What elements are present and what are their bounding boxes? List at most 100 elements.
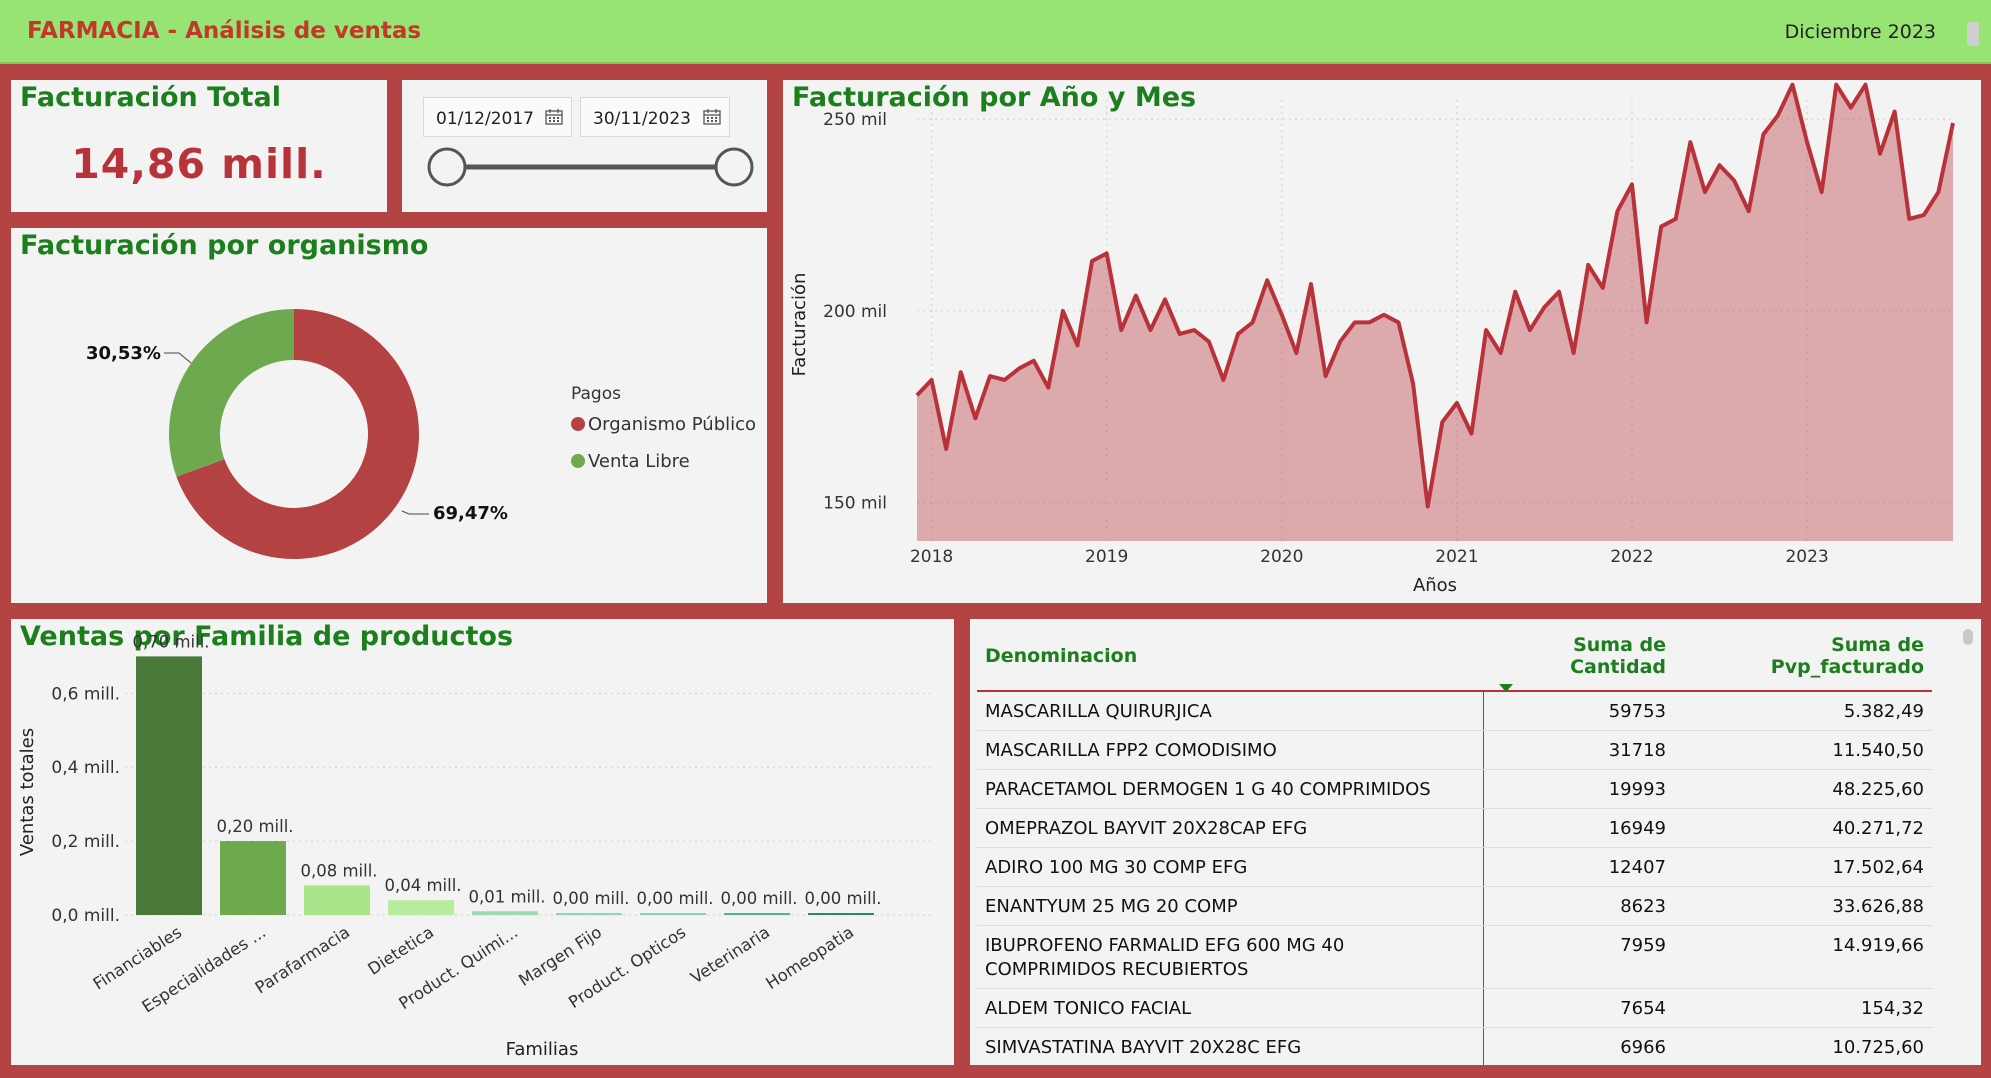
slider-end-handle[interactable] bbox=[714, 147, 754, 187]
cell-cantidad: 12407 bbox=[1483, 847, 1674, 887]
kpi-title: Facturación Total bbox=[20, 82, 281, 113]
cell-cantidad: 59753 bbox=[1483, 691, 1674, 731]
legend-dot bbox=[571, 454, 585, 468]
cell-pvp: 10.725,60 bbox=[1674, 1027, 1932, 1065]
x-tick-label: Dietetica bbox=[365, 922, 438, 978]
cell-pvp: 40.271,72 bbox=[1674, 808, 1932, 848]
x-axis-label: Años bbox=[1413, 575, 1457, 596]
cell-denominacion: SIMVASTATINA BAYVIT 20X28C EFG bbox=[977, 1027, 1484, 1065]
table-row[interactable]: ALDEM TONICO FACIAL 7654 154,32 bbox=[977, 988, 1932, 1028]
bar[interactable] bbox=[724, 913, 790, 915]
legend-item-organismo-publico[interactable]: Organismo Público bbox=[571, 414, 756, 435]
y-tick-label: 250 mil bbox=[823, 110, 887, 130]
cell-pvp: 17.502,64 bbox=[1674, 847, 1932, 887]
top-bar: FARMACIA - Análisis de ventas Diciembre … bbox=[0, 0, 1991, 64]
column-header-pvp[interactable]: Suma de Pvp_facturado bbox=[1674, 619, 1932, 692]
y-tick-label: 0,0 mill. bbox=[51, 906, 120, 926]
table-row[interactable]: ADIRO 100 MG 30 COMP EFG 12407 17.502,64 bbox=[977, 847, 1932, 887]
cell-cantidad: 6966 bbox=[1483, 1027, 1674, 1065]
donut-panel: Facturación por organismo 30,53% 69,47% … bbox=[11, 228, 767, 603]
table-row[interactable]: IBUPROFENO FARMALID EFG 600 MG 40 COMPRI… bbox=[977, 925, 1932, 989]
leader-line bbox=[401, 510, 429, 515]
cell-denominacion: ALDEM TONICO FACIAL bbox=[977, 988, 1484, 1028]
slice-label-organismo-publico: 69,47% bbox=[433, 503, 508, 524]
y-tick-label: 150 mil bbox=[823, 494, 887, 514]
x-tick-label: 2021 bbox=[1435, 547, 1478, 567]
cell-cantidad: 7959 bbox=[1483, 925, 1674, 989]
kpi-value: 14,86 mill. bbox=[71, 140, 327, 188]
area-chart: 150 mil 200 mil 250 mil 2018 2019 2020 2021 202… bbox=[789, 82, 1955, 596]
cell-pvp: 14.919,66 bbox=[1674, 925, 1932, 989]
x-tick-label: 2022 bbox=[1610, 547, 1653, 567]
legend-item-venta-libre[interactable]: Venta Libre bbox=[571, 451, 690, 472]
cell-pvp: 5.382,49 bbox=[1674, 691, 1932, 731]
x-tick-label: 2018 bbox=[910, 547, 953, 567]
bar[interactable] bbox=[556, 913, 622, 915]
table-scrollbar[interactable] bbox=[1963, 629, 1973, 645]
bar-data-label: 0,00 mill. bbox=[804, 889, 881, 908]
legend-label: Organismo Público bbox=[588, 414, 757, 435]
y-axis-label: Ventas totales bbox=[17, 728, 38, 856]
bar[interactable] bbox=[808, 913, 874, 915]
table-row[interactable]: SIMVASTATINA BAYVIT 20X28C EFG 6966 10.725… bbox=[977, 1027, 1932, 1065]
cell-denominacion: MASCARILLA QUIRURJICA bbox=[977, 691, 1484, 731]
table-row[interactable]: PARACETAMOL DERMOGEN 1 G 40 COMPRIMIDOS 1… bbox=[977, 769, 1932, 809]
x-axis-label: Familias bbox=[506, 1039, 579, 1060]
bar-chart-panel: Ventas por Familia de productos 0,0 mill… bbox=[11, 619, 954, 1065]
bar-chart: 0,0 mill. 0,2 mill. 0,4 mill. 0,6 mill. 0,70… bbox=[17, 632, 931, 1060]
bar-data-label: 0,70 mill. bbox=[132, 632, 209, 651]
y-tick-label: 0,6 mill. bbox=[51, 684, 120, 704]
table-header-row: Denominacion Suma de Cantidad Suma de Pv… bbox=[977, 619, 1932, 692]
cell-pvp: 33.626,88 bbox=[1674, 886, 1932, 926]
y-tick-label: 0,2 mill. bbox=[51, 832, 120, 852]
cell-denominacion: PARACETAMOL DERMOGEN 1 G 40 COMPRIMIDOS bbox=[977, 769, 1484, 809]
table-row[interactable]: ENANTYUM 25 MG 20 COMP 8623 33.626,88 bbox=[977, 886, 1932, 926]
slice-label-venta-libre: 30,53% bbox=[86, 343, 161, 364]
bar-data-label: 0,00 mill. bbox=[720, 889, 797, 908]
bar[interactable] bbox=[136, 656, 202, 915]
bar[interactable] bbox=[220, 841, 286, 915]
bar[interactable] bbox=[304, 885, 370, 915]
column-header-cantidad[interactable]: Suma de Cantidad bbox=[1483, 619, 1674, 692]
table-panel: Denominacion Suma de Cantidad Suma de Pv… bbox=[970, 619, 1981, 1065]
legend-dot bbox=[571, 417, 585, 431]
bar-data-label: 0,01 mill. bbox=[468, 887, 545, 906]
slider-start-handle[interactable] bbox=[427, 147, 467, 187]
cell-cantidad: 31718 bbox=[1483, 730, 1674, 770]
bar-data-label: 0,08 mill. bbox=[300, 861, 377, 880]
period-label: Diciembre 2023 bbox=[1784, 21, 1936, 43]
legend-label: Venta Libre bbox=[588, 451, 690, 472]
bar-data-label: 0,04 mill. bbox=[384, 876, 461, 895]
bar[interactable] bbox=[472, 911, 538, 915]
table-row[interactable]: MASCARILLA QUIRURJICA 59753 5.382,49 bbox=[977, 691, 1932, 731]
app-title: FARMACIA - Análisis de ventas bbox=[27, 18, 422, 44]
bar-data-label: 0,00 mill. bbox=[552, 889, 629, 908]
table-row[interactable]: OMEPRAZOL BAYVIT 20X28CAP EFG 16949 40.271… bbox=[977, 808, 1932, 848]
kpi-card: Facturación Total 14,86 mill. bbox=[11, 80, 387, 212]
cell-pvp: 11.540,50 bbox=[1674, 730, 1932, 770]
cell-denominacion: ENANTYUM 25 MG 20 COMP bbox=[977, 886, 1484, 926]
donut-slice-venta-libre[interactable] bbox=[168, 309, 294, 477]
bar[interactable] bbox=[640, 913, 706, 915]
table-row[interactable]: MASCARILLA FPP2 COMODISIMO 31718 11.540,50 bbox=[977, 730, 1932, 770]
x-tick-label: 2023 bbox=[1785, 547, 1828, 567]
date-range-slider[interactable] bbox=[402, 80, 767, 212]
date-slicer: 01/12/2017 30/11/2023 bbox=[402, 80, 767, 212]
scrollbar-thumb[interactable] bbox=[1967, 22, 1979, 46]
x-tick-label: 2020 bbox=[1260, 547, 1303, 567]
cell-cantidad: 16949 bbox=[1483, 808, 1674, 848]
cell-pvp: 48.225,60 bbox=[1674, 769, 1932, 809]
x-tick-label: Parafarmacia bbox=[252, 922, 353, 997]
legend-title: Pagos bbox=[571, 384, 621, 404]
cell-denominacion: MASCARILLA FPP2 COMODISIMO bbox=[977, 730, 1484, 770]
y-tick-label: 200 mil bbox=[823, 302, 887, 322]
cell-cantidad: 19993 bbox=[1483, 769, 1674, 809]
area-chart-panel: Facturación por Año y Mes 150 mil 200 mil… bbox=[783, 80, 1981, 603]
column-header-label: Suma de Cantidad bbox=[1570, 634, 1666, 678]
x-tick-label: 2019 bbox=[1085, 547, 1128, 567]
bar[interactable] bbox=[388, 900, 454, 915]
cell-denominacion: IBUPROFENO FARMALID EFG 600 MG 40 COMPRI… bbox=[977, 925, 1484, 989]
cell-cantidad: 8623 bbox=[1483, 886, 1674, 926]
column-header-denominacion[interactable]: Denominacion bbox=[977, 619, 1483, 692]
sort-desc-icon[interactable] bbox=[1499, 684, 1513, 692]
